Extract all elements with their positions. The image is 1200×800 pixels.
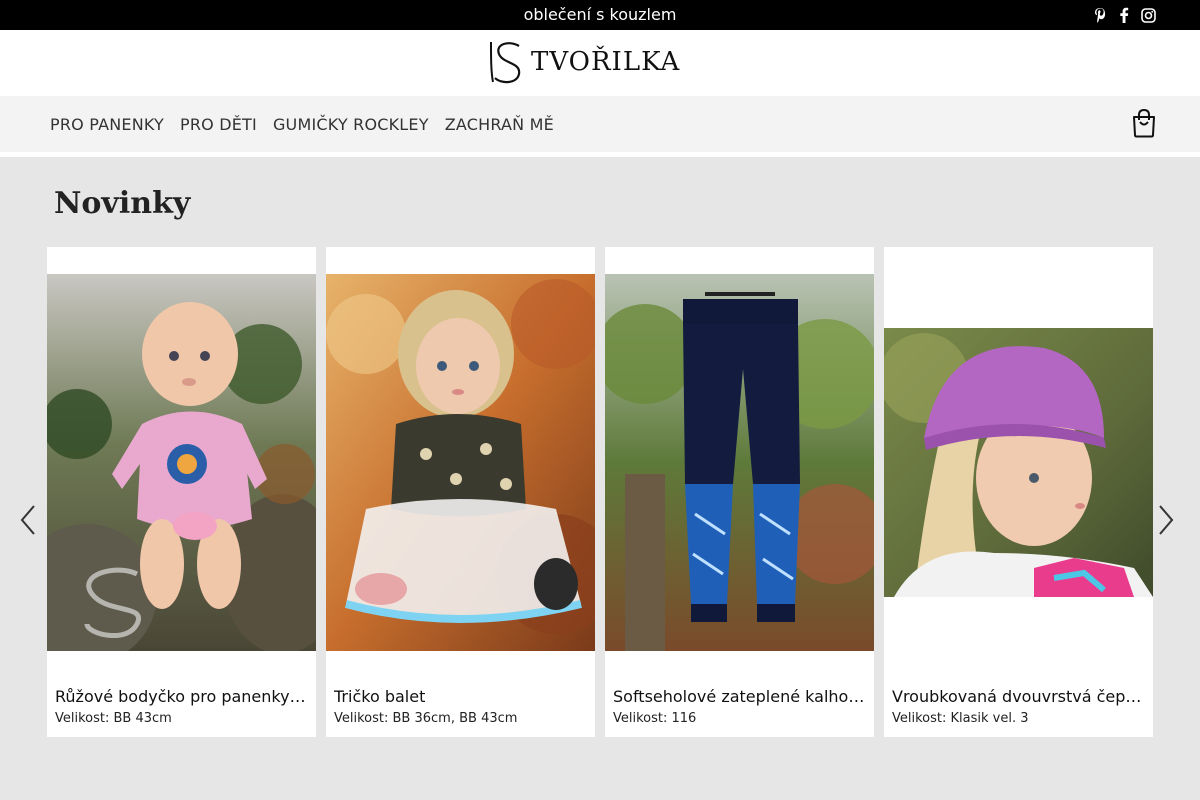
product-card[interactable]: Vroubkovaná dvouvrstvá čep… Velikost: Kl… <box>884 247 1153 737</box>
section-title: Novinky <box>54 186 191 221</box>
chevron-right-icon[interactable] <box>1156 500 1176 540</box>
product-size: Velikost: Klasik vel. 3 <box>892 711 1029 726</box>
product-carousel: Růžové bodyčko pro panenky… Velikost: BB… <box>47 247 1153 737</box>
nav-divider <box>0 152 1200 157</box>
tagline: oblečení s kouzlem <box>523 5 677 24</box>
product-image[interactable] <box>47 274 316 651</box>
product-image[interactable] <box>605 274 874 651</box>
top-bar: oblečení s kouzlem <box>0 0 1200 30</box>
nav-item-pro-deti[interactable]: PRO DĚTI <box>180 115 257 134</box>
brand-name: TVOŘILKA <box>531 47 681 77</box>
product-image[interactable] <box>884 328 1153 597</box>
main-navigation: PRO PANENKY PRO DĚTI GUMIČKY ROCKLEY ZAC… <box>0 96 1200 152</box>
product-card[interactable]: Tričko balet Velikost: BB 36cm, BB 43cm <box>326 247 595 737</box>
product-size: Velikost: BB 43cm <box>55 711 172 726</box>
product-size: Velikost: 116 <box>613 711 697 726</box>
site-logo[interactable]: TVOŘILKA <box>487 38 680 86</box>
facebook-icon[interactable] <box>1116 6 1132 24</box>
shopping-bag-icon[interactable] <box>1130 108 1158 138</box>
nav-item-gumicky-rockley[interactable]: GUMIČKY ROCKLEY <box>273 115 429 134</box>
product-card[interactable]: Softseholové zateplené kalho… Velikost: … <box>605 247 874 737</box>
product-card[interactable]: Růžové bodyčko pro panenky… Velikost: BB… <box>47 247 316 737</box>
nav-item-zachran-me[interactable]: ZACHRAŇ MĚ <box>445 115 554 134</box>
product-image[interactable] <box>326 274 595 651</box>
logo-mark-icon <box>490 41 521 84</box>
social-links <box>1092 6 1156 24</box>
site-header: TVOŘILKA <box>0 30 1200 96</box>
nav-menu: PRO PANENKY PRO DĚTI GUMIČKY ROCKLEY ZAC… <box>50 96 554 152</box>
instagram-icon[interactable] <box>1140 6 1156 24</box>
chevron-left-icon[interactable] <box>18 500 38 540</box>
product-name[interactable]: Tričko balet <box>334 687 587 706</box>
product-size: Velikost: BB 36cm, BB 43cm <box>334 711 518 726</box>
product-name[interactable]: Softseholové zateplené kalho… <box>613 687 866 706</box>
nav-item-pro-panenky[interactable]: PRO PANENKY <box>50 115 164 134</box>
product-name[interactable]: Růžové bodyčko pro panenky… <box>55 687 308 706</box>
pinterest-icon[interactable] <box>1092 6 1108 24</box>
product-name[interactable]: Vroubkovaná dvouvrstvá čep… <box>892 687 1145 706</box>
